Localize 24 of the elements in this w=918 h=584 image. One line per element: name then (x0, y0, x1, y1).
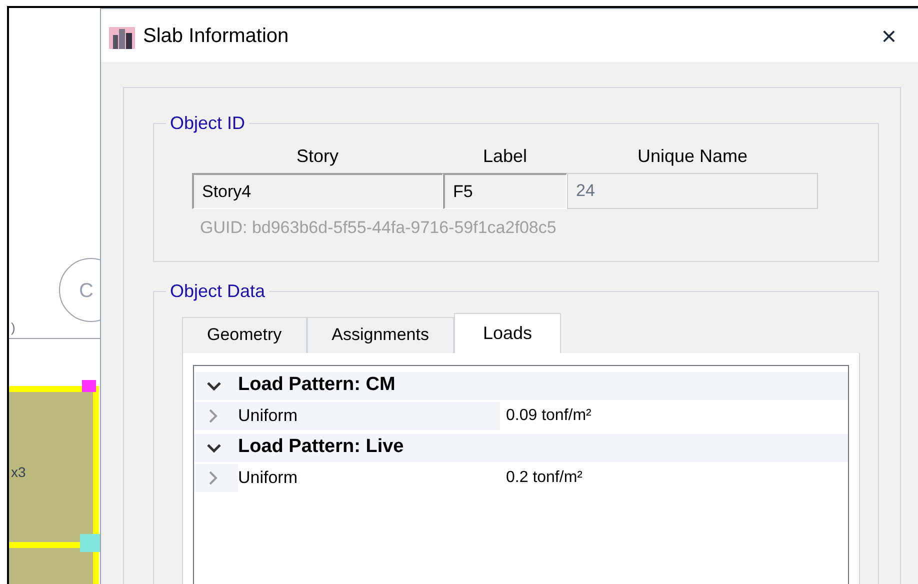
grid-bubble-label: C (79, 279, 94, 304)
property-name[interactable]: Uniform (238, 402, 500, 430)
column-heading: Unique Name (637, 145, 748, 168)
property-value: 0.09 tonf/m² (500, 402, 848, 430)
joint-marker (80, 534, 100, 552)
property-name[interactable]: Uniform (238, 464, 500, 492)
tab[interactable]: Geometry (182, 316, 307, 352)
slab-label: x3 (11, 463, 26, 482)
dimension-mark: ) (11, 319, 16, 337)
group-title: Object Data (169, 280, 266, 303)
tab[interactable]: Assignments (306, 316, 454, 352)
window-title: Slab Information (143, 24, 289, 48)
group-heading: Load Pattern: CM (238, 373, 396, 398)
text-field[interactable]: Story4 (192, 173, 443, 209)
guid-text: GUID: bd963b6d-5f55-44fa-9716-59f1ca2f08c5 (200, 217, 558, 239)
text-field[interactable]: F5 (443, 173, 567, 209)
column-heading: Story (296, 145, 338, 168)
property-value: 0.2 tonf/m² (500, 464, 848, 492)
group-title: Object ID (169, 112, 246, 135)
group-heading: Load Pattern: Live (238, 435, 404, 460)
joint-marker (82, 380, 96, 392)
tab[interactable]: Loads (454, 312, 562, 352)
close-button[interactable]: × (869, 22, 909, 48)
column-heading: Label (482, 145, 528, 168)
